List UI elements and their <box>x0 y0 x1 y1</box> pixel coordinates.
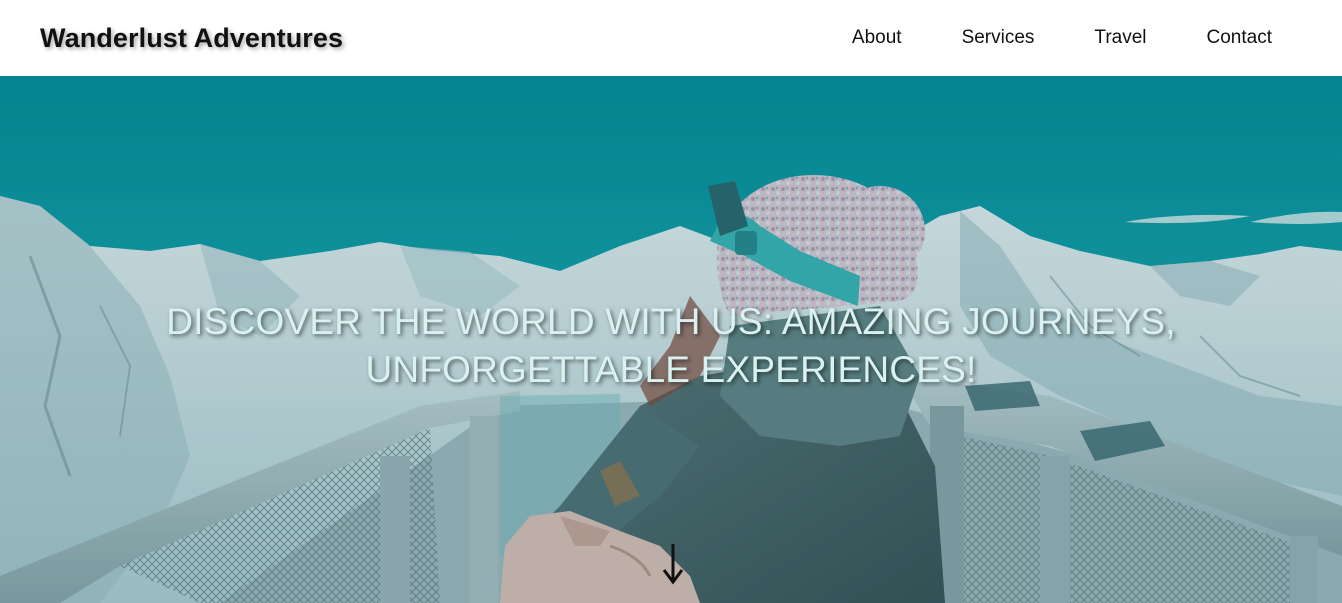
arrow-down-icon[interactable] <box>662 542 684 586</box>
hero-title: DISCOVER THE WORLD WITH US: AMAZING JOUR… <box>0 298 1342 394</box>
nav-links: About Services Travel Contact <box>792 27 1272 49</box>
brand-logo[interactable]: Wanderlust Adventures <box>40 23 343 54</box>
nav-link-travel[interactable]: Travel <box>1094 27 1146 49</box>
hero-section: DISCOVER THE WORLD WITH US: AMAZING JOUR… <box>0 76 1342 603</box>
nav-link-contact[interactable]: Contact <box>1207 27 1272 49</box>
navbar: Wanderlust Adventures About Services Tra… <box>0 0 1342 76</box>
hero-title-line1: DISCOVER THE WORLD WITH US: AMAZING JOUR… <box>166 301 1176 342</box>
nav-link-services[interactable]: Services <box>962 27 1035 49</box>
nav-link-about[interactable]: About <box>852 27 902 49</box>
hero-title-line2: UNFORGETTABLE EXPERIENCES! <box>365 349 977 390</box>
